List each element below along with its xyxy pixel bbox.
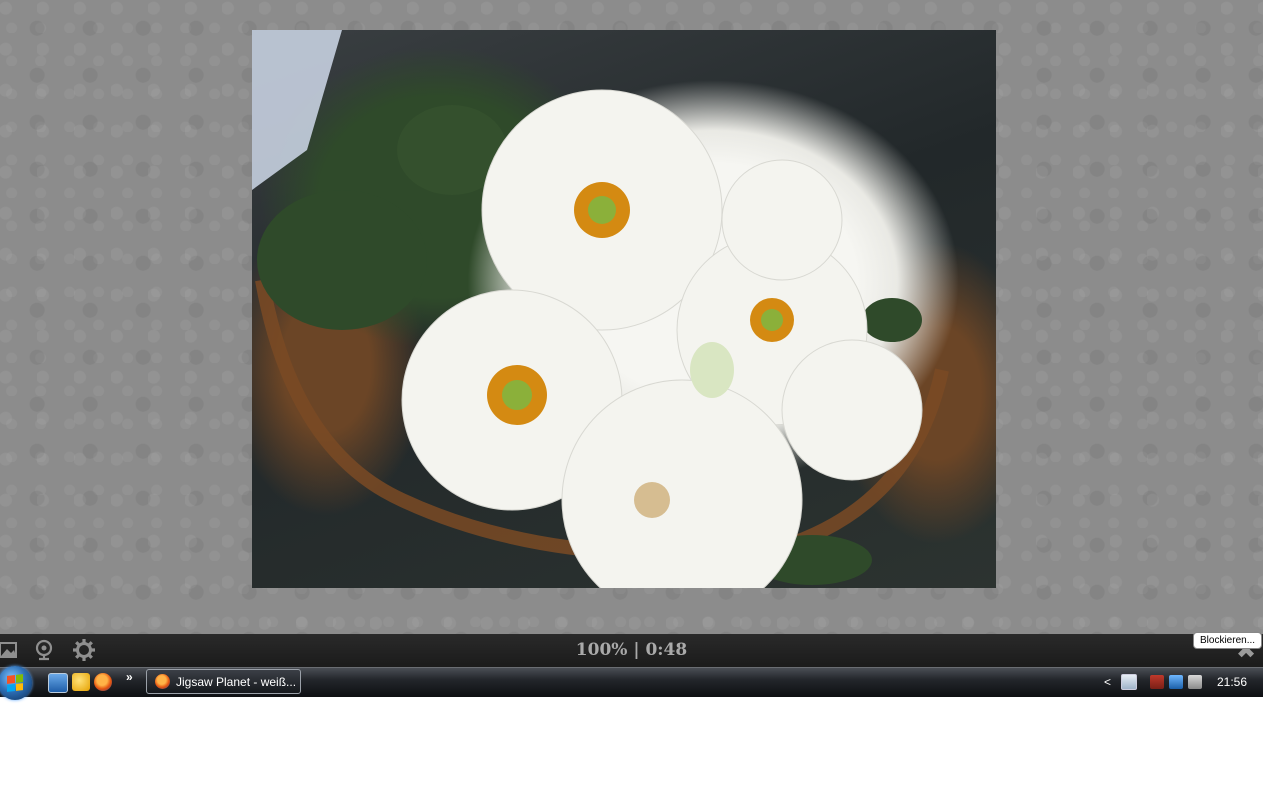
primrose-image <box>252 30 949 588</box>
show-desktop-icon[interactable] <box>48 673 68 693</box>
windows-logo-icon <box>7 674 23 692</box>
taskbar: » Jigsaw Planet - weiß... < 21:56 <box>0 666 1263 700</box>
puzzle-board <box>0 0 1263 634</box>
taskbar-item-label: Jigsaw Planet - weiß... <box>176 674 297 689</box>
network-icon[interactable] <box>1168 675 1183 689</box>
safely-remove-hardware-icon[interactable] <box>1149 675 1164 689</box>
java-icon[interactable] <box>1120 674 1137 690</box>
puzzle-photo[interactable] <box>252 30 996 588</box>
start-button[interactable] <box>0 666 32 700</box>
tray-expand-button[interactable]: < <box>1104 675 1111 689</box>
mail-icon[interactable] <box>72 673 90 691</box>
firefox-icon <box>155 674 170 689</box>
puzzle-control-bar: 100% | 0:48 ✖ <box>0 634 1263 667</box>
progress-timer-text: 100% | 0:48 <box>575 640 688 660</box>
clock[interactable]: 21:56 <box>1217 675 1247 689</box>
system-tray: < 21:56 <box>1104 668 1263 696</box>
block-tooltip: Blockieren... <box>1193 632 1263 649</box>
volume-icon[interactable] <box>1187 675 1202 689</box>
quick-launch-overflow-button[interactable]: » <box>126 670 133 684</box>
firefox-icon[interactable] <box>94 673 112 691</box>
taskbar-item-jigsaw-planet[interactable]: Jigsaw Planet - weiß... <box>146 669 301 694</box>
